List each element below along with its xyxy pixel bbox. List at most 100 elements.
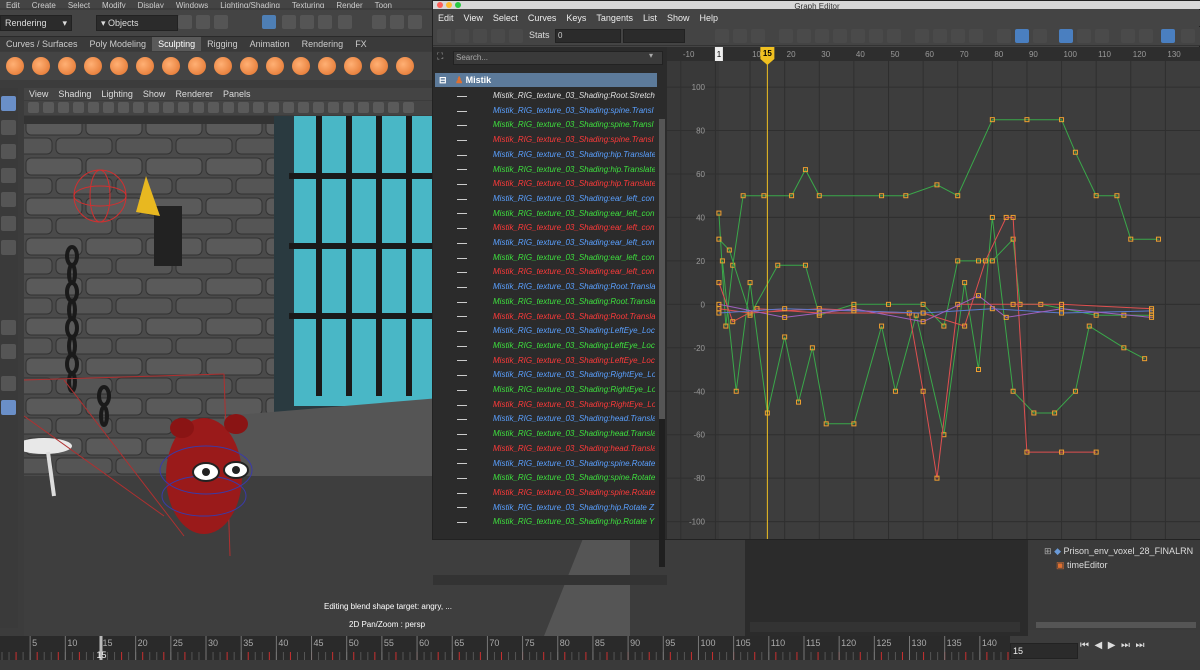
ge-menu-curves[interactable]: Curves <box>523 10 562 26</box>
stacked-curves-icon[interactable] <box>1059 29 1073 43</box>
channel-row[interactable]: Mistik_RIG_texture_03_Shading:ear_left_c… <box>435 236 655 250</box>
go-end-icon[interactable]: ⏭ <box>1135 640 1144 651</box>
channel-row[interactable]: Mistik_RIG_texture_03_Shading:hip.Transl… <box>435 148 655 162</box>
viewport-tool-icon[interactable] <box>28 102 39 113</box>
viewport-tool-icon[interactable] <box>388 102 399 113</box>
range-slider[interactable] <box>0 660 1200 670</box>
viewport-tool-icon[interactable] <box>403 102 414 113</box>
snap-live-icon[interactable] <box>338 15 352 29</box>
unify-tangent-icon[interactable] <box>933 29 947 43</box>
ge-menu-edit[interactable]: Edit <box>433 10 459 26</box>
menu-render[interactable]: Render <box>330 2 368 9</box>
lock-icon[interactable] <box>390 15 404 29</box>
post-infinity-icon[interactable] <box>1095 29 1109 43</box>
viewport-tool-icon[interactable] <box>238 102 249 113</box>
viewport-menu-renderer[interactable]: Renderer <box>170 88 218 100</box>
ge-menu-tangents[interactable]: Tangents <box>591 10 638 26</box>
panel-hscrollbar[interactable] <box>750 622 1020 632</box>
outliner-item-timeeditor[interactable]: ▣ timeEditor <box>1056 560 1108 571</box>
step-back-key-icon[interactable]: ⏮ <box>1080 640 1089 651</box>
open-render-view-icon[interactable] <box>372 15 386 29</box>
sculpt-brush-icon[interactable] <box>318 57 336 75</box>
current-frame-field[interactable]: 15 <box>1010 643 1078 659</box>
ge-menu-select[interactable]: Select <box>488 10 523 26</box>
ge-menu-list[interactable]: List <box>638 10 662 26</box>
channel-row[interactable]: Mistik_RIG_texture_03_Shading:RightEye_L… <box>435 383 655 397</box>
viewport-tool-icon[interactable] <box>328 102 339 113</box>
stats-field[interactable]: 0 <box>555 29 621 43</box>
shelf-tab-fx[interactable]: FX <box>349 37 373 51</box>
lattice-deform-icon[interactable] <box>473 29 487 43</box>
menu-select[interactable]: Select <box>62 2 96 9</box>
clamped-tangent-icon[interactable] <box>815 29 829 43</box>
sculpt-brush-icon[interactable] <box>110 57 128 75</box>
channel-row[interactable]: Mistik_RIG_texture_03_Shading:RightEye_L… <box>435 368 655 382</box>
outliner-hscrollbar[interactable] <box>1036 622 1196 628</box>
plateau-tangent-icon[interactable] <box>887 29 901 43</box>
outliner-hscrollbar[interactable] <box>433 575 667 585</box>
curve-graph[interactable]: -100102030405060708090100110120130100806… <box>667 47 1200 539</box>
channel-row[interactable]: Mistik_RIG_texture_03_Shading:Root.Trans… <box>435 280 655 294</box>
lock-tangent-weight-icon[interactable] <box>969 29 983 43</box>
chevron-down-icon[interactable]: ▾ <box>649 51 653 60</box>
break-tangent-icon[interactable] <box>915 29 929 43</box>
channel-row[interactable]: Mistik_RIG_texture_03_Shading:Root.Trans… <box>435 295 655 309</box>
menu-display[interactable]: Display <box>132 2 170 9</box>
select-object-icon[interactable] <box>196 15 210 29</box>
sculpt-brush-icon[interactable] <box>162 57 180 75</box>
trax-editor-icon[interactable] <box>1139 29 1153 43</box>
maximize-icon[interactable] <box>455 2 461 8</box>
time-editor-icon[interactable] <box>1161 29 1175 43</box>
move-key-icon[interactable] <box>437 29 451 43</box>
rotate-tool-icon[interactable] <box>1 192 16 207</box>
center-current-icon[interactable] <box>751 29 765 43</box>
lasso-tool-icon[interactable] <box>1 120 16 135</box>
channel-row[interactable]: Mistik_RIG_texture_03_Shading:LeftEye_Lo… <box>435 324 655 338</box>
channel-row[interactable]: Mistik_RIG_texture_03_Shading:spine.Tran… <box>435 118 655 132</box>
dope-sheet-icon[interactable] <box>1121 29 1135 43</box>
viewport-tool-icon[interactable] <box>163 102 174 113</box>
region-tool-icon[interactable] <box>491 29 505 43</box>
channel-row[interactable]: Mistik_RIG_texture_03_Shading:head.Trans… <box>435 442 655 456</box>
shelf-tab-rendering[interactable]: Rendering <box>296 37 350 51</box>
sculpt-brush-icon[interactable] <box>266 57 284 75</box>
channel-row[interactable]: Mistik_RIG_texture_03_Shading:Root.Stret… <box>435 89 655 103</box>
channel-row[interactable]: Mistik_RIG_texture_03_Shading:RightEye_L… <box>435 398 655 412</box>
channel-row[interactable]: Mistik_RIG_texture_03_Shading:spine.Rota… <box>435 457 655 471</box>
outliner-root-node[interactable]: ⊟ ♟ Mistik <box>435 73 657 87</box>
viewport-tool-icon[interactable] <box>208 102 219 113</box>
sculpt-brush-icon[interactable] <box>136 57 154 75</box>
snap-grid-icon[interactable] <box>262 15 276 29</box>
outliner-search-input[interactable]: Search... <box>453 51 663 65</box>
paint-select-icon[interactable] <box>1 144 16 159</box>
play-forward-icon[interactable]: ▶ <box>1108 640 1116 651</box>
channel-row[interactable]: Mistik_RIG_texture_03_Shading:ear_left_c… <box>435 251 655 265</box>
viewport-menu-view[interactable]: View <box>24 88 53 100</box>
menu-texturing[interactable]: Texturing <box>286 2 330 9</box>
menu-toon[interactable]: Toon <box>369 2 398 9</box>
outliner-item-prison[interactable]: ⊞ ◆ Prison_env_voxel_28_FINALRN <box>1044 546 1193 557</box>
time-slider[interactable]: 5 10 15 20 25 30 35 40 45 50 55 60 65 70 75 80 85 90 95 100… <box>0 636 1010 660</box>
sculpt-brush-icon[interactable] <box>188 57 206 75</box>
channel-row[interactable]: Mistik_RIG_texture_03_Shading:spine.Rota… <box>435 471 655 485</box>
sculpt-brush-icon[interactable] <box>84 57 102 75</box>
snap-curve-icon[interactable] <box>282 15 296 29</box>
scale-tool-icon[interactable] <box>1 216 16 231</box>
channel-row[interactable]: Mistik_RIG_texture_03_Shading:ear_left_c… <box>435 207 655 221</box>
viewport-menu-panels[interactable]: Panels <box>218 88 256 100</box>
viewport-tool-icon[interactable] <box>283 102 294 113</box>
channel-row[interactable]: Mistik_RIG_texture_03_Shading:spine.Tran… <box>435 104 655 118</box>
viewport-tool-icon[interactable] <box>73 102 84 113</box>
close-icon[interactable] <box>437 2 443 8</box>
channel-row[interactable]: Mistik_RIG_texture_03_Shading:hip.Transl… <box>435 163 655 177</box>
channel-row[interactable]: Mistik_RIG_texture_03_Shading:ear_left_c… <box>435 265 655 279</box>
channel-row[interactable]: Mistik_RIG_texture_03_Shading:ear_left_c… <box>435 221 655 235</box>
step-forward-key-icon[interactable]: ⏭ <box>1121 640 1130 651</box>
channel-row[interactable]: Mistik_RIG_texture_03_Shading:head.Trans… <box>435 412 655 426</box>
frame-playback-icon[interactable] <box>733 29 747 43</box>
viewport-menu-shading[interactable]: Shading <box>53 88 96 100</box>
minimize-icon[interactable] <box>446 2 452 8</box>
shelf-tab-poly-modeling[interactable]: Poly Modeling <box>84 37 153 51</box>
step-tangent-icon[interactable] <box>869 29 883 43</box>
viewport-tool-icon[interactable] <box>253 102 264 113</box>
